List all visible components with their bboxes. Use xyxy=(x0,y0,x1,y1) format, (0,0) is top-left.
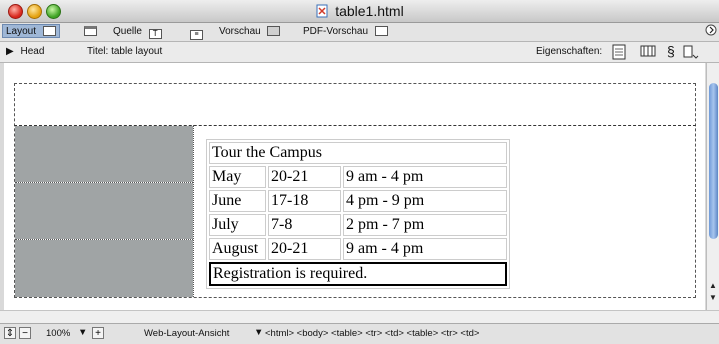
source-view-button[interactable]: Quelle T xyxy=(113,25,162,39)
pdf-preview-button[interactable]: PDF-Vorschau xyxy=(303,25,388,39)
zoom-dropdown-icon[interactable]: ▼ xyxy=(78,327,87,338)
table-cell[interactable]: 17-18 xyxy=(268,190,341,212)
properties-label: Eigenschaften: xyxy=(536,46,603,57)
split-view-icon xyxy=(84,26,97,36)
source-split-button[interactable]: ≡ xyxy=(190,25,203,40)
table-row: May 20-21 9 am - 4 pm xyxy=(209,166,507,188)
zoom-in-button[interactable]: + xyxy=(92,327,104,339)
table-row: August 20-21 9 am - 4 pm xyxy=(209,238,507,260)
text-lines-icon: ≡ xyxy=(190,30,203,40)
table-row: Registration is required. xyxy=(209,262,507,286)
table-cell[interactable]: May xyxy=(209,166,266,188)
zoom-stepper-icon[interactable]: ⇕ xyxy=(4,327,16,339)
table-cell[interactable]: 20-21 xyxy=(268,238,341,260)
styles-menu-icon[interactable] xyxy=(683,44,699,63)
grey-cell[interactable] xyxy=(15,126,193,182)
zoom-level[interactable]: 100% xyxy=(46,328,70,339)
head-toggle[interactable]: ▶ Head xyxy=(6,46,44,57)
vertical-scrollbar[interactable]: ▲ ▼ xyxy=(706,63,719,310)
split-view-button[interactable] xyxy=(84,25,97,39)
scrollbar-thumb[interactable] xyxy=(709,83,718,239)
column-divider xyxy=(193,125,194,297)
scroll-down-arrow-icon[interactable]: ▼ xyxy=(709,293,717,302)
window-title: table1.html xyxy=(0,3,719,19)
view-toolbar: Layout Quelle T ≡ Vorschau PDF-Vorschau xyxy=(0,23,719,42)
source-icon: T xyxy=(148,29,162,39)
table-cell[interactable]: 2 pm - 7 pm xyxy=(343,214,507,236)
table-cell[interactable]: 9 am - 4 pm xyxy=(343,238,507,260)
layout-view-button[interactable]: Layout xyxy=(2,24,60,38)
table-cell[interactable]: 20-21 xyxy=(268,166,341,188)
document-properties-icon[interactable] xyxy=(612,44,626,63)
table-row: July 7-8 2 pm - 7 pm xyxy=(209,214,507,236)
grey-cell[interactable] xyxy=(15,183,193,239)
tag-breadcrumb[interactable]: <html> <body> <table> <tr> <td> <table> … xyxy=(265,328,479,339)
grey-cell[interactable] xyxy=(15,240,193,297)
table-row: Tour the Campus xyxy=(209,142,507,164)
pdf-icon xyxy=(374,26,388,36)
scroll-up-arrow-icon[interactable]: ▲ xyxy=(709,281,717,290)
view-mode-select[interactable]: Web-Layout-Ansicht xyxy=(144,328,229,339)
table-cell[interactable]: 7-8 xyxy=(268,214,341,236)
link-chain-icon[interactable]: § xyxy=(667,43,675,59)
table-cell[interactable]: 4 pm - 9 pm xyxy=(343,190,507,212)
page-title-field[interactable]: Titel: table layout xyxy=(87,46,162,57)
head-toolbar: ▶ Head Titel: table layout Eigenschaften… xyxy=(0,42,719,63)
design-canvas[interactable]: Tour the Campus May 20-21 9 am - 4 pm Ju… xyxy=(4,63,705,310)
preview-icon xyxy=(267,26,281,36)
table-cell[interactable]: August xyxy=(209,238,266,260)
table-row: June 17-18 4 pm - 9 pm xyxy=(209,190,507,212)
zoom-out-button[interactable]: − xyxy=(19,327,31,339)
table-cell[interactable]: June xyxy=(209,190,266,212)
disclosure-triangle-icon: ▶ xyxy=(6,46,14,57)
selected-table-cell[interactable]: Registration is required. xyxy=(209,262,507,286)
table-cell[interactable]: July xyxy=(209,214,266,236)
toolbar-overflow-icon[interactable] xyxy=(705,24,717,38)
title-bar: table1.html xyxy=(0,0,719,23)
film-strip-icon[interactable] xyxy=(640,45,656,60)
cell-divider xyxy=(15,182,193,183)
layout-icon xyxy=(42,26,56,36)
table-cell[interactable]: 9 am - 4 pm xyxy=(343,166,507,188)
table-cell[interactable]: Tour the Campus xyxy=(209,142,507,164)
horizontal-scrollbar[interactable] xyxy=(0,310,719,324)
html-file-icon xyxy=(316,4,328,18)
view-mode-dropdown-icon[interactable]: ▼ xyxy=(254,327,263,338)
preview-button[interactable]: Vorschau xyxy=(219,25,281,39)
status-bar: ⇕ − 100% ▼ + Web-Layout-Ansicht ▼ <html>… xyxy=(0,323,719,344)
cell-divider xyxy=(15,239,193,240)
schedule-table[interactable]: Tour the Campus May 20-21 9 am - 4 pm Ju… xyxy=(206,139,510,289)
